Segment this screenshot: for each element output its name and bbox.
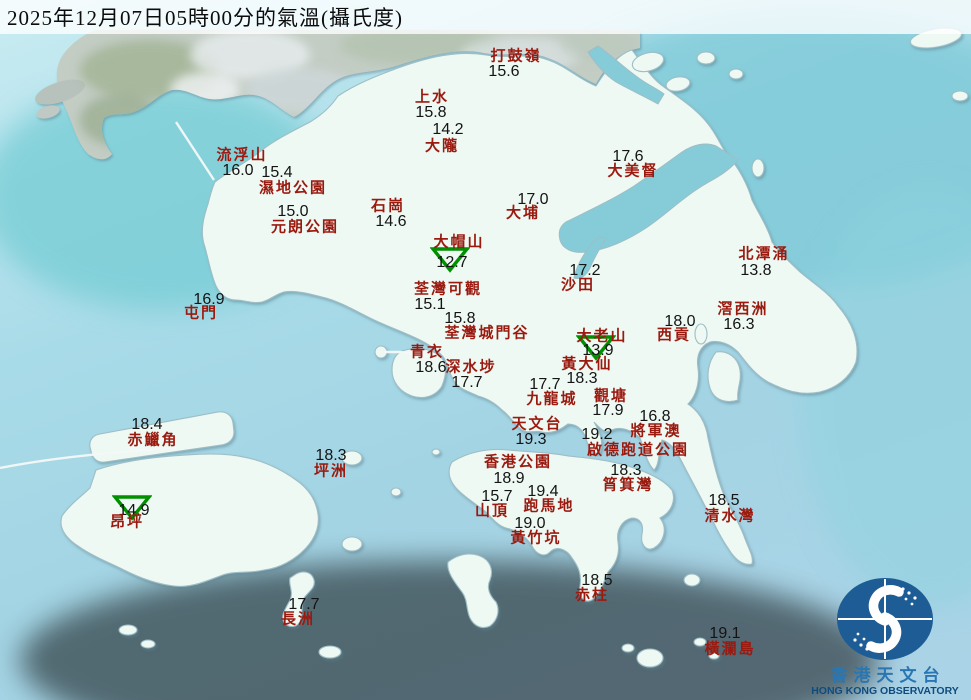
hko-logo-english-name: HONG KONG OBSERVATORY (811, 685, 959, 698)
station-name-label: 荃灣可觀 (414, 283, 482, 298)
station-name-label: 坪洲 (314, 465, 348, 480)
station-name-label: 赤柱 (575, 589, 609, 604)
station-name-label: 赤鱲角 (127, 434, 178, 449)
station-temperature-value: 18.5 (708, 493, 739, 509)
station-name-label: 青衣 (410, 346, 444, 361)
station-temperature-value: 14.6 (375, 214, 406, 230)
station-temperature-value: 17.7 (451, 375, 482, 391)
station-name-label: 上水 (415, 91, 449, 106)
station-name-label: 黃竹坑 (510, 532, 561, 547)
station-name-label: 西貢 (657, 329, 691, 344)
station-temperature-value: 15.8 (415, 105, 446, 121)
station-temperature-value: 18.6 (415, 360, 446, 376)
station-temperature-value: 16.0 (222, 163, 253, 179)
station-temperature-value: 15.0 (277, 204, 308, 220)
station-name-label: 大老山 (576, 330, 627, 345)
station-name-label: 滘西洲 (717, 303, 768, 318)
station-name-label: 筲箕灣 (602, 479, 653, 494)
station-name-label: 清水灣 (704, 510, 755, 525)
station-temperature-value: 19.3 (515, 432, 546, 448)
station-name-label: 北潭涌 (738, 248, 789, 263)
station-name-label: 山頂 (475, 505, 509, 520)
station-temperature-value: 15.6 (488, 64, 519, 80)
station-temperature-value: 18.4 (131, 417, 162, 433)
station-name-label: 黃大仙 (561, 358, 612, 373)
station-name-label: 九龍城 (526, 393, 577, 408)
station-temperature-value: 18.9 (493, 471, 524, 487)
station-name-label: 深水埗 (445, 361, 496, 376)
station-temperature-value: 15.1 (414, 297, 445, 313)
station-temperature-value: 18.3 (315, 448, 346, 464)
station-name-label: 大隴 (425, 140, 459, 155)
station-name-label: 大帽山 (433, 236, 484, 251)
station-name-label: 將軍澳 (630, 425, 681, 440)
station-temperature-value: 14.2 (432, 122, 463, 138)
station-name-label: 沙田 (561, 279, 595, 294)
station-name-label: 長洲 (281, 613, 315, 628)
station-name-label: 啟德跑道公園 (587, 444, 689, 459)
station-name-label: 橫瀾島 (704, 643, 755, 658)
title-bar: 2025年12月07日05時00分的氣溫(攝氏度) (0, 0, 971, 34)
hko-logo-chinese-name: 香港天文台 (825, 667, 946, 686)
station-temperature-value: 13.8 (740, 263, 771, 279)
station-temperature-value: 18.3 (566, 371, 597, 387)
station-name-label: 濕地公園 (259, 182, 327, 197)
station-name-label: 天文台 (511, 418, 562, 433)
hko-logo: 香港天文台 HONG KONG OBSERVATORY (805, 577, 965, 698)
temperature-map-screen: 2025年12月07日05時00分的氣溫(攝氏度) 15.6打鼓嶺 15.8上水 1… (0, 0, 971, 700)
station-name-label: 石崗 (371, 200, 405, 215)
station-name-label: 昂坪 (110, 516, 144, 531)
station-name-label: 大埔 (506, 207, 540, 222)
station-name-label: 觀塘 (594, 390, 628, 405)
station-name-label: 香港公園 (484, 456, 552, 471)
station-temperature-value: 12.7 (436, 255, 467, 271)
station-name-label: 流浮山 (216, 149, 267, 164)
station-name-label: 打鼓嶺 (490, 50, 541, 65)
page-title: 2025年12月07日05時00分的氣溫(攝氏度) (0, 2, 403, 32)
station-temperature-value: 19.2 (581, 427, 612, 443)
station-temperature-value: 19.1 (709, 626, 740, 642)
station-temperature-value: 16.3 (723, 317, 754, 333)
station-name-label: 大美督 (607, 165, 658, 180)
station-name-label: 元朗公園 (271, 221, 339, 236)
station-temperature-value: 15.4 (261, 165, 292, 181)
station-name-label: 屯門 (184, 307, 218, 322)
station-name-label: 荃灣城門谷 (444, 327, 529, 342)
station-temperature-value: 17.9 (592, 403, 623, 419)
station-name-label: 跑馬地 (523, 500, 574, 515)
hko-logo-icon (833, 577, 937, 665)
